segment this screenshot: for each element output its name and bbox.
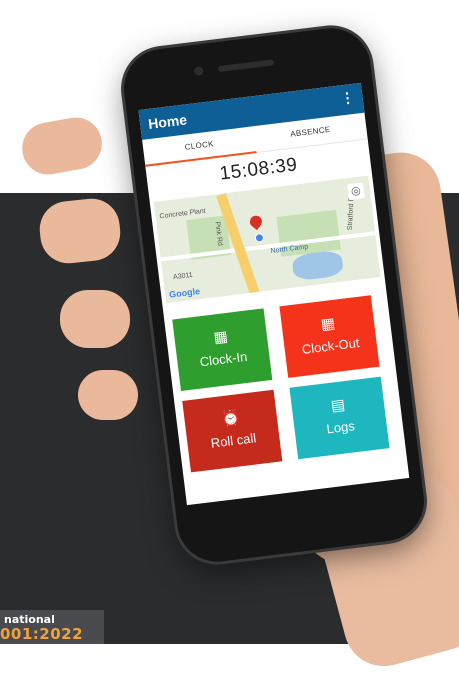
overflow-menu-icon[interactable]: ⋮ — [340, 89, 356, 108]
badge-line-2: 001:2022 — [0, 625, 84, 643]
page-title: Home — [147, 111, 188, 132]
clock-in-button[interactable]: ▦ Clock-In — [172, 308, 273, 392]
location-pin-icon — [247, 213, 265, 231]
logs-label: Logs — [325, 418, 356, 437]
hand-finger — [18, 113, 106, 179]
hand-finger — [78, 370, 138, 420]
map-label: A3011 — [172, 271, 194, 282]
my-location-icon[interactable]: ◎ — [347, 182, 365, 201]
map-view[interactable]: Concrete Plant North Camp A3011 Pink Rd … — [153, 175, 381, 304]
certification-badge: national 001:2022 — [0, 610, 104, 644]
logs-button[interactable]: ▤ Logs — [289, 376, 390, 460]
current-location-dot-icon — [254, 232, 265, 243]
earpiece-speaker — [217, 59, 275, 73]
clock-out-label: Clock-Out — [301, 335, 361, 357]
clock-in-label: Clock-In — [198, 348, 249, 370]
roll-call-button[interactable]: ⏰ Roll call — [182, 389, 283, 473]
hand-finger — [60, 290, 130, 348]
roll-call-label: Roll call — [209, 430, 257, 451]
clock-out-button[interactable]: ▦ Clock-Out — [279, 295, 380, 378]
action-tiles: ▦ Clock-In ▦ Clock-Out ⏰ Roll call ▤ Log… — [164, 287, 409, 503]
phone-screen: Home ⋮ CLOCK ABSENCE 15:08:39 Concrete P… — [138, 82, 410, 506]
google-logo: Google — [168, 286, 201, 300]
front-camera — [193, 65, 204, 77]
